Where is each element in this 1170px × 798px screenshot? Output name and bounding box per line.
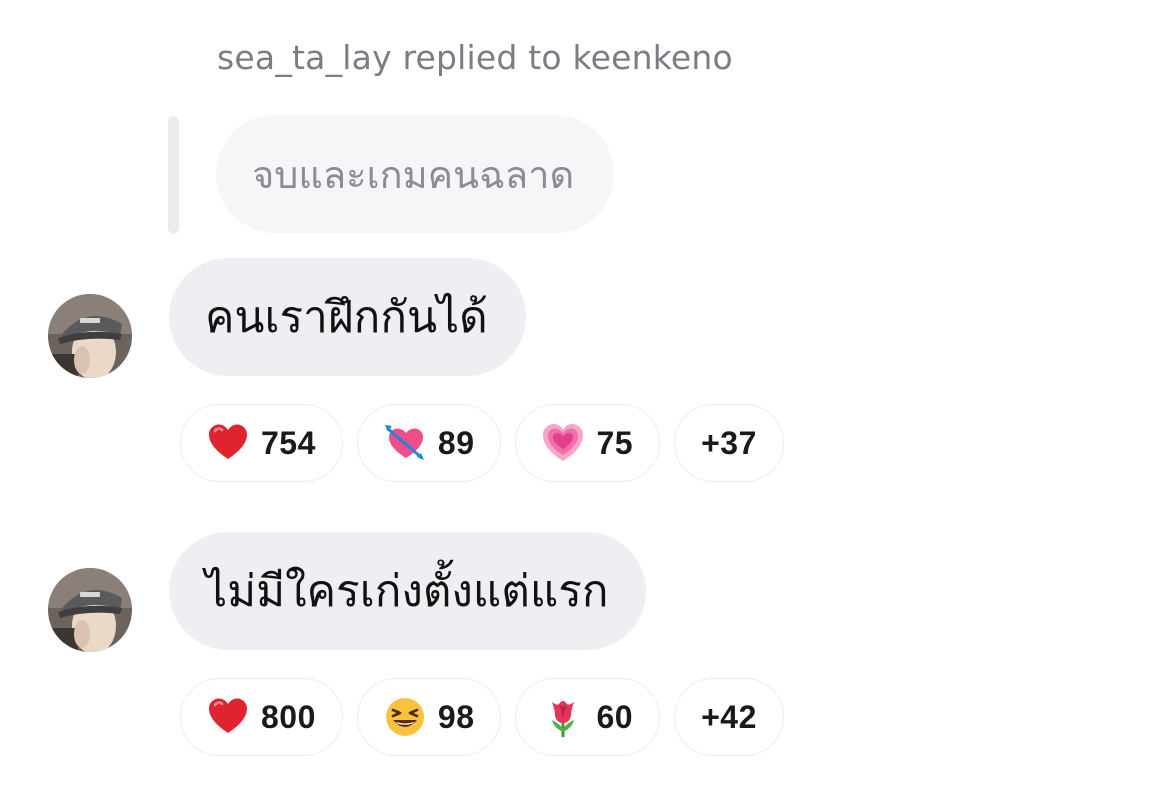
reaction-count: 800 [261, 698, 316, 735]
reactions-row: 754 89 75 +37 [180, 404, 784, 484]
reaction-count: 89 [437, 424, 475, 461]
message-text: คนเราฝึกกันได้ [205, 292, 488, 343]
user-avatar-icon [48, 568, 132, 652]
reaction-count: 75 [596, 424, 634, 461]
reaction-pill[interactable]: 98 [356, 678, 502, 756]
user-avatar-icon [48, 294, 132, 378]
message-text: ไม่มีใครเก่งตั้งแต่แรก [205, 566, 609, 617]
reaction-pill[interactable]: 754 [180, 404, 343, 482]
reaction-count: 60 [596, 698, 634, 735]
quoted-message-text: จบและเกมคนฉลาด [252, 152, 575, 197]
more-reactions-button[interactable]: +37 [674, 404, 784, 482]
reaction-pill[interactable]: 800 [180, 678, 343, 756]
more-reactions-button[interactable]: +42 [674, 678, 784, 756]
reaction-pill[interactable]: 89 [356, 404, 502, 482]
avatar[interactable] [48, 294, 132, 378]
message-bubble[interactable]: คนเราฝึกกันได้ [169, 258, 526, 376]
laughing-face-icon [385, 698, 424, 736]
reply-context-header: sea_ta_lay replied to keenkeno [217, 38, 733, 77]
quoted-message-bubble[interactable]: จบและเกมคนฉลาด [216, 115, 615, 233]
more-reactions-count: +42 [701, 698, 757, 735]
reactions-row: 800 98 60 +42 [180, 678, 784, 758]
reaction-count: 754 [261, 424, 316, 461]
red-heart-icon [209, 424, 247, 459]
tulip-icon [552, 701, 575, 737]
red-heart-icon [209, 698, 247, 733]
reaction-pill[interactable]: 75 [515, 404, 661, 482]
avatar[interactable] [48, 568, 132, 652]
reply-indicator-bar [168, 116, 179, 234]
growing-heart-icon [543, 424, 584, 461]
reaction-count: 98 [437, 698, 475, 735]
reaction-pill[interactable]: 60 [515, 678, 661, 756]
heart-with-arrow-icon [384, 425, 424, 460]
message-bubble[interactable]: ไม่มีใครเก่งตั้งแต่แรก [169, 532, 647, 650]
more-reactions-count: +37 [701, 424, 757, 461]
